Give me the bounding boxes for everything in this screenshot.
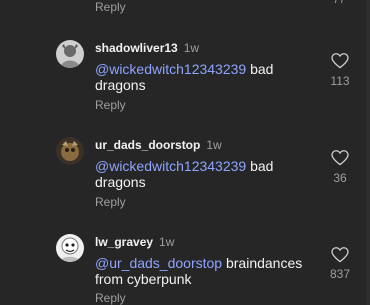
comment-text-part: from cyberpunk — [95, 271, 192, 287]
reply-button[interactable]: Reply — [95, 195, 126, 209]
avatar[interactable] — [56, 40, 84, 68]
avatar[interactable] — [56, 137, 84, 165]
comment-author[interactable]: shadowliver13 1w — [95, 41, 199, 55]
comment-author[interactable]: ur_dads_doorstop 1w — [95, 138, 222, 152]
comment-text-part: bad — [246, 61, 274, 77]
comment-text: @ur_dads_doorstop braindances from cyber… — [95, 255, 310, 287]
comment-text-part: braindances — [222, 255, 303, 271]
mention-link[interactable]: @wickedwitch12343239 — [95, 61, 246, 77]
comment-time: 1w — [159, 235, 175, 249]
comment-text-part: bad — [246, 158, 274, 174]
comment-time: 1w — [183, 41, 200, 55]
heart-outline-icon[interactable] — [331, 53, 349, 69]
username[interactable]: ur_dads_doorstop — [95, 138, 200, 152]
comment-text: @wickedwitch12343239 bad dragons — [95, 61, 310, 93]
like-count: 77 — [333, 0, 346, 6]
username[interactable]: lw_gravey — [95, 235, 153, 249]
comment-text-part: dragons — [95, 77, 146, 93]
scrollbar[interactable] — [366, 0, 370, 305]
reply-button[interactable]: Reply — [95, 291, 126, 305]
like-count: 837 — [329, 267, 351, 281]
comment-text-part: dragons — [95, 174, 146, 190]
like-count: 36 — [333, 171, 347, 185]
mention-link[interactable]: @ur_dads_doorstop — [95, 255, 222, 271]
mention-link[interactable]: @wickedwitch12343239 — [95, 158, 246, 174]
reply-button[interactable]: Reply — [95, 0, 126, 14]
comment-time: 1w — [206, 138, 222, 152]
like-count: 113 — [330, 74, 350, 88]
avatar[interactable] — [56, 234, 84, 262]
comment-author[interactable]: lw_gravey 1w — [95, 235, 174, 249]
username[interactable]: shadowliver13 — [95, 41, 178, 55]
reply-button[interactable]: Reply — [95, 98, 126, 112]
heart-outline-icon[interactable] — [331, 150, 349, 166]
comment-text: @wickedwitch12343239 bad dragons — [95, 158, 310, 190]
heart-outline-icon[interactable] — [331, 247, 349, 263]
